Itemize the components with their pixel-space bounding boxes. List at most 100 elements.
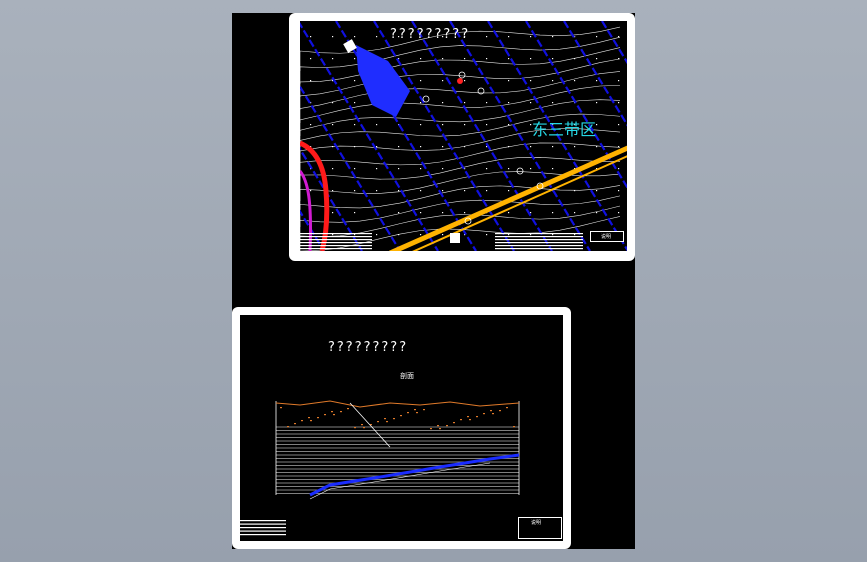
- grid-mark: [332, 190, 334, 192]
- grid-mark: [618, 102, 620, 104]
- plan-drawing-sheet[interactable]: ????????? 东三带区 说明: [289, 13, 635, 261]
- soil-mark: [416, 412, 418, 414]
- grid-mark: [354, 58, 356, 60]
- grid-mark: [486, 234, 488, 236]
- soil-mark: [324, 414, 326, 416]
- soil-mark: [423, 409, 425, 411]
- legend-row: [495, 242, 583, 244]
- grid-mark: [530, 36, 532, 38]
- map-symbol: [458, 71, 466, 79]
- grid-mark: [596, 212, 598, 214]
- grid-mark: [530, 168, 532, 170]
- grid-mark: [618, 124, 620, 126]
- grid-mark: [596, 124, 598, 126]
- grid-mark: [420, 102, 422, 104]
- plan-drawing-area: ????????? 东三带区 说明: [300, 21, 627, 251]
- section-title-block-label: 说明: [531, 520, 542, 526]
- grid-mark: [464, 124, 466, 126]
- grid-mark: [398, 146, 400, 148]
- grid-mark: [530, 146, 532, 148]
- grid-mark: [354, 146, 356, 148]
- soil-mark: [308, 417, 310, 419]
- grid-mark: [618, 58, 620, 60]
- zone-label: 东三带区: [532, 120, 597, 139]
- soil-mark: [340, 411, 342, 413]
- soil-mark: [301, 420, 303, 422]
- grid-mark: [310, 58, 312, 60]
- soil-mark: [460, 419, 462, 421]
- grid-mark: [596, 80, 598, 82]
- grid-mark: [420, 124, 422, 126]
- grid-mark: [552, 36, 554, 38]
- section-title-block: 说明: [518, 517, 562, 539]
- legend-row: [300, 239, 372, 241]
- grid-mark: [354, 36, 356, 38]
- cad-model-space[interactable]: ????????? 东三带区 说明 ????????? 剖面 说明: [232, 13, 635, 549]
- legend-row: [495, 236, 583, 238]
- grid-mark: [552, 146, 554, 148]
- plan-marker: [450, 233, 460, 243]
- grid-mark: [442, 168, 444, 170]
- grid-mark: [464, 80, 466, 82]
- grid-mark: [332, 212, 334, 214]
- grid-mark: [376, 36, 378, 38]
- grid-mark: [486, 102, 488, 104]
- grid-mark: [486, 58, 488, 60]
- map-symbol: [516, 167, 524, 175]
- grid-mark: [420, 58, 422, 60]
- soil-mark: [446, 425, 448, 427]
- soil-mark: [317, 417, 319, 419]
- section-drawing-sheet[interactable]: ????????? 剖面 说明: [232, 307, 571, 549]
- plan-title: ?????????: [390, 27, 471, 42]
- grid-mark: [442, 212, 444, 214]
- grid-mark: [596, 190, 598, 192]
- grid-mark: [354, 168, 356, 170]
- grid-mark: [508, 146, 510, 148]
- plan-title-block-label: 说明: [601, 234, 612, 240]
- exploration-line: [601, 21, 627, 65]
- soil-mark: [513, 426, 515, 428]
- grid-mark: [398, 234, 400, 236]
- grid-mark: [574, 212, 576, 214]
- grid-mark: [442, 190, 444, 192]
- legend-row: [495, 248, 583, 250]
- grid-mark: [574, 146, 576, 148]
- grid-mark: [420, 190, 422, 192]
- grid-mark: [420, 146, 422, 148]
- soil-mark: [490, 410, 492, 412]
- grid-mark: [420, 234, 422, 236]
- grid-mark: [530, 80, 532, 82]
- grid-mark: [464, 146, 466, 148]
- grid-mark: [420, 168, 422, 170]
- grid-mark: [332, 124, 334, 126]
- soil-mark: [393, 418, 395, 420]
- soil-mark: [439, 428, 441, 430]
- soil-mark: [407, 412, 409, 414]
- soil-mark: [437, 425, 439, 427]
- grid-mark: [552, 168, 554, 170]
- grid-mark: [508, 124, 510, 126]
- grid-mark: [354, 124, 356, 126]
- grid-mark: [376, 168, 378, 170]
- grid-mark: [354, 102, 356, 104]
- map-symbol: [422, 95, 430, 103]
- grid-mark: [618, 80, 620, 82]
- grid-mark: [464, 102, 466, 104]
- soil-mark: [476, 416, 478, 418]
- legend-row: [300, 245, 372, 247]
- grid-mark: [354, 212, 356, 214]
- grid-mark: [376, 146, 378, 148]
- grid-mark: [420, 212, 422, 214]
- grid-mark: [464, 58, 466, 60]
- soil-mark: [347, 408, 349, 410]
- grid-mark: [530, 102, 532, 104]
- fault-line: [349, 402, 391, 448]
- grid-mark: [618, 36, 620, 38]
- grid-mark: [552, 212, 554, 214]
- soil-mark: [310, 420, 312, 422]
- grid-mark: [464, 190, 466, 192]
- exploration-line: [300, 84, 401, 251]
- soil-mark: [384, 418, 386, 420]
- soil-mark: [469, 419, 471, 421]
- grid-mark: [376, 234, 378, 236]
